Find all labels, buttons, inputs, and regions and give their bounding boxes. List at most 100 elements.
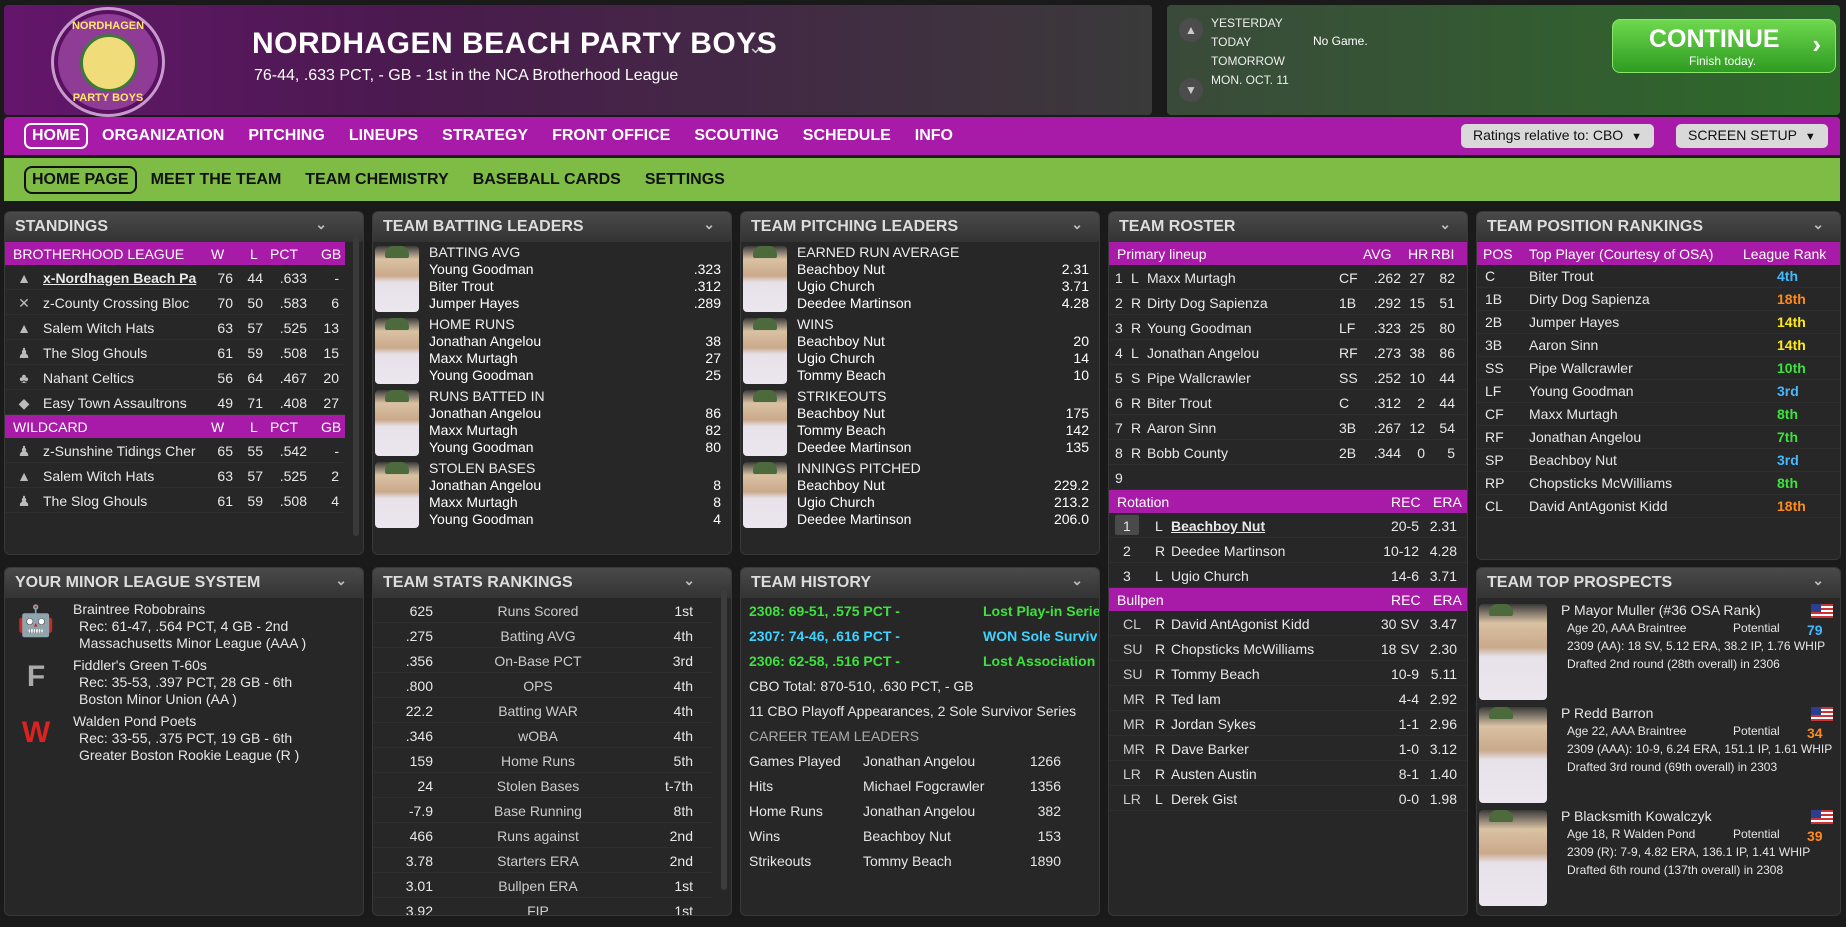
team-name[interactable]: z-County Crossing Bloc <box>43 295 208 311</box>
position-row[interactable]: CL David AntAgonist Kidd 18th <box>1477 495 1840 518</box>
leader-name[interactable]: Young Goodman <box>429 367 534 383</box>
season-result[interactable]: WON Sole Surviv <box>983 628 1099 644</box>
leader-name[interactable]: Biter Trout <box>429 278 494 294</box>
top-player[interactable]: Maxx Murtagh <box>1529 406 1618 422</box>
subtab-home-page[interactable]: HOME PAGE <box>24 165 137 194</box>
tab-schedule[interactable]: SCHEDULE <box>793 127 901 145</box>
team-name[interactable]: z-Sunshine Tidings Cher <box>43 443 208 459</box>
chevron-down-icon[interactable]: ⌄ <box>703 216 715 233</box>
leader-name[interactable]: Deedee Martinson <box>797 511 911 527</box>
chevron-down-icon[interactable]: ⌄ <box>1812 216 1824 233</box>
season-result[interactable]: Lost Play-in Serie <box>983 603 1099 619</box>
season-record[interactable]: 2306: 62-58, .516 PCT - <box>749 653 900 669</box>
top-player[interactable]: Biter Trout <box>1529 268 1594 284</box>
chevron-down-icon[interactable]: ⌄ <box>315 216 327 233</box>
lineup-row[interactable]: 2 R Dirty Dog Sapienza 1B .292 15 51 <box>1109 290 1467 315</box>
player-name[interactable]: Austen Austin <box>1171 766 1257 782</box>
lineup-row[interactable]: 7 R Aaron Sinn 3B .267 12 54 <box>1109 415 1467 440</box>
top-player[interactable]: Young Goodman <box>1529 383 1634 399</box>
tab-organization[interactable]: ORGANIZATION <box>92 127 234 145</box>
leader-name[interactable]: Tommy Beach <box>797 422 886 438</box>
bullpen-row[interactable]: MR R Jordan Sykes 1-1 2.96 <box>1109 711 1467 736</box>
player-name[interactable]: Ugio Church <box>1171 568 1249 584</box>
player-name[interactable]: Chopsticks McWilliams <box>1171 641 1314 657</box>
position-row[interactable]: LF Young Goodman 3rd <box>1477 380 1840 403</box>
bullpen-row[interactable]: SU R Chopsticks McWilliams 18 SV 2.30 <box>1109 636 1467 661</box>
tab-home[interactable]: HOME <box>24 123 88 149</box>
career-player[interactable]: Michael Fogcrawler <box>863 778 984 794</box>
minor-team-name[interactable]: Fiddler's Green T-60s <box>73 657 207 673</box>
rotation-row[interactable]: 2 R Deedee Martinson 10-12 4.28 <box>1109 538 1467 563</box>
tab-scouting[interactable]: SCOUTING <box>684 127 788 145</box>
player-name[interactable]: Young Goodman <box>1147 320 1252 336</box>
team-name[interactable]: x-Nordhagen Beach Pa <box>43 270 208 286</box>
chevron-down-icon[interactable]: ⌄ <box>1439 216 1451 233</box>
leader-name[interactable]: Jonathan Angelou <box>429 405 541 421</box>
bullpen-row[interactable]: MR R Ted Iam 4-4 2.92 <box>1109 686 1467 711</box>
standings-row[interactable]: ▲ x-Nordhagen Beach Pa 76 44 .633 - <box>5 265 345 290</box>
lineup-row[interactable]: 4 L Jonathan Angelou RF .273 38 86 <box>1109 340 1467 365</box>
rotation-row[interactable]: 1 L Beachboy Nut 20-5 2.31 <box>1109 513 1467 538</box>
top-player[interactable]: Jonathan Angelou <box>1529 429 1641 445</box>
leader-name[interactable]: Young Goodman <box>429 261 534 277</box>
season-record[interactable]: 2307: 74-46, .616 PCT - <box>749 628 900 644</box>
career-player[interactable]: Jonathan Angelou <box>863 803 975 819</box>
leader-name[interactable]: Tommy Beach <box>797 367 886 383</box>
career-player[interactable]: Tommy Beach <box>863 853 952 869</box>
chevron-down-icon[interactable]: ⌄ <box>1071 572 1083 589</box>
standings-row[interactable]: ♟ The Slog Ghouls 61 59 .508 15 <box>5 340 345 365</box>
standings-row[interactable]: ♟ The Slog Ghouls 61 59 .508 4 <box>5 488 345 513</box>
leader-name[interactable]: Young Goodman <box>429 439 534 455</box>
chevron-down-icon[interactable]: ⌄ <box>335 572 347 589</box>
top-player[interactable]: David AntAgonist Kidd <box>1529 498 1668 514</box>
leader-name[interactable]: Ugio Church <box>797 494 875 510</box>
leader-name[interactable]: Beachboy Nut <box>797 405 885 421</box>
season-result[interactable]: Lost Association <box>983 653 1099 669</box>
player-name[interactable]: Beachboy Nut <box>1171 518 1265 534</box>
leader-name[interactable]: Jumper Hayes <box>429 295 519 311</box>
team-name[interactable]: The Slog Ghouls <box>43 345 208 361</box>
lineup-row[interactable]: 3 R Young Goodman LF .323 25 80 <box>1109 315 1467 340</box>
subtab-team-chemistry[interactable]: TEAM CHEMISTRY <box>295 171 458 189</box>
player-name[interactable]: Dirty Dog Sapienza <box>1147 295 1268 311</box>
top-player[interactable]: Chopsticks McWilliams <box>1529 475 1672 491</box>
leader-name[interactable]: Beachboy Nut <box>797 333 885 349</box>
leader-name[interactable]: Deedee Martinson <box>797 439 911 455</box>
leader-name[interactable]: Maxx Murtagh <box>429 350 518 366</box>
player-name[interactable]: Deedee Martinson <box>1171 543 1285 559</box>
prospect-photo[interactable] <box>1479 810 1547 906</box>
position-row[interactable]: 1B Dirty Dog Sapienza 18th <box>1477 288 1840 311</box>
leader-name[interactable]: Ugio Church <box>797 350 875 366</box>
leader-name[interactable]: Jonathan Angelou <box>429 477 541 493</box>
standings-row[interactable]: ◆ Easy Town Assaultrons 49 71 .408 27 <box>5 390 345 415</box>
tab-lineups[interactable]: LINEUPS <box>339 127 428 145</box>
lineup-row[interactable]: 6 R Biter Trout C .312 2 44 <box>1109 390 1467 415</box>
player-name[interactable]: Derek Gist <box>1171 791 1237 807</box>
team-select-chevron-icon[interactable]: ⌄ <box>748 37 763 58</box>
lineup-row[interactable]: 5 S Pipe Wallcrawler SS .252 10 44 <box>1109 365 1467 390</box>
position-row[interactable]: C Biter Trout 4th <box>1477 265 1840 288</box>
bullpen-row[interactable]: LR R Austen Austin 8-1 1.40 <box>1109 761 1467 786</box>
player-name[interactable]: Tommy Beach <box>1171 666 1260 682</box>
leader-name[interactable]: Maxx Murtagh <box>429 422 518 438</box>
lineup-row[interactable]: 8 R Bobb County 2B .344 0 5 <box>1109 440 1467 465</box>
lineup-row[interactable]: 1 L Maxx Murtagh CF .262 27 82 <box>1109 265 1467 290</box>
player-photo[interactable] <box>375 462 419 528</box>
position-row[interactable]: RF Jonathan Angelou 7th <box>1477 426 1840 449</box>
team-name[interactable]: The Slog Ghouls <box>43 493 208 509</box>
team-name[interactable]: Easy Town Assaultrons <box>43 395 208 411</box>
top-player[interactable]: Dirty Dog Sapienza <box>1529 291 1650 307</box>
prospect-photo[interactable] <box>1479 604 1547 700</box>
player-photo[interactable] <box>375 246 419 312</box>
position-row[interactable]: SS Pipe Wallcrawler 10th <box>1477 357 1840 380</box>
position-row[interactable]: CF Maxx Murtagh 8th <box>1477 403 1840 426</box>
career-player[interactable]: Jonathan Angelou <box>863 753 975 769</box>
standings-row[interactable]: ▲ Salem Witch Hats 63 57 .525 13 <box>5 315 345 340</box>
player-name[interactable]: David AntAgonist Kidd <box>1171 616 1310 632</box>
leader-name[interactable]: Young Goodman <box>429 511 534 527</box>
leader-name[interactable]: Ugio Church <box>797 278 875 294</box>
leader-name[interactable]: Deedee Martinson <box>797 295 911 311</box>
team-name[interactable]: NORDHAGEN BEACH PARTY BOYS <box>252 27 777 61</box>
prospect-name[interactable]: P Blacksmith Kowalczyk <box>1561 808 1712 824</box>
top-player[interactable]: Beachboy Nut <box>1529 452 1617 468</box>
